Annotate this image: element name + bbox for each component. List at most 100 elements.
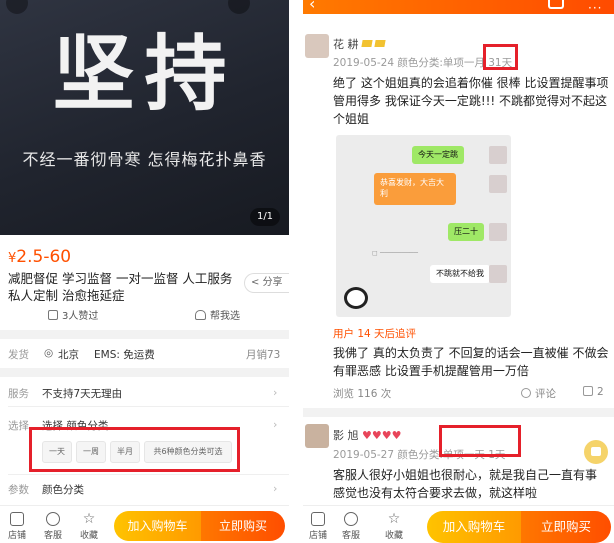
view-count: 浏览 116 次 (333, 388, 392, 400)
cart-icon[interactable] (228, 0, 250, 14)
star-icon: ☆ (387, 511, 401, 527)
chat-avatar (489, 175, 507, 193)
shipping-fee: EMS: 免运费 (94, 349, 155, 361)
shop-label: 店铺 (7, 531, 26, 541)
thumbs-up-icon (48, 310, 58, 320)
chat-fab-button[interactable] (584, 440, 608, 464)
screenshot-root: 坚持 不经一番彻骨寒 怎得梅花扑鼻香 1/1 ¥2.5-60 减肥督促 学习监督… (0, 0, 614, 543)
service-value: 不支持7天无理由 (42, 388, 123, 400)
highlight-box (29, 427, 240, 472)
row-divider (8, 474, 289, 475)
shipping-label: 发货 (8, 349, 29, 361)
avatar[interactable] (305, 34, 329, 58)
back-icon[interactable] (6, 0, 28, 14)
service-label: 服务 (8, 388, 29, 400)
service-label: 客服 (43, 531, 62, 541)
service-label: 客服 (341, 531, 360, 541)
diamond-icon (360, 40, 373, 47)
service-icon (344, 512, 358, 526)
more-icon[interactable]: ··· (588, 1, 602, 15)
chat-system-line: ◻ ───────── (372, 249, 418, 257)
params-label: 参数 (8, 484, 29, 496)
add-to-cart-button[interactable]: 加入购物车 (427, 511, 521, 543)
favorite-button[interactable]: ☆ 收藏 (379, 512, 409, 541)
shop-button[interactable]: 店铺 (303, 512, 333, 541)
select-label: 选择 (8, 420, 29, 432)
service-button[interactable]: 客服 (336, 512, 366, 541)
shop-label: 店铺 (308, 531, 327, 541)
section-divider (0, 330, 289, 339)
cart-icon[interactable] (548, 0, 564, 9)
product-detail-panel: 坚持 不经一番彻骨寒 怎得梅花扑鼻香 1/1 ¥2.5-60 减肥督促 学习监督… (0, 0, 289, 543)
star-icon: ☆ (82, 511, 96, 527)
review-user: 花 耕 (333, 36, 386, 52)
reviews-top-bar: ‹ ··· (303, 0, 614, 15)
hero-sub-text: 不经一番彻骨寒 怎得梅花扑鼻香 (22, 150, 267, 169)
back-icon[interactable]: ‹ (309, 0, 315, 13)
chevron-right-icon: › (273, 386, 278, 399)
heart-icon: ♥♥♥♥ (362, 429, 402, 442)
highlight-box (439, 425, 521, 457)
avatar[interactable] (305, 424, 329, 448)
favorite-button[interactable]: ☆ 收藏 (74, 512, 104, 541)
people-icon (195, 310, 206, 320)
like-count: 2 (597, 386, 604, 398)
highlight-box (483, 44, 518, 70)
section-divider (303, 408, 614, 417)
likes-text: 3人赞过 (62, 311, 99, 322)
review-text: 客服人很好小姐姐也很耐心，就是我自己一直有事感觉也没有太符合要求去做，就这样啦 (333, 468, 598, 500)
comment-label: 评论 (535, 388, 556, 400)
panda-sticker (344, 287, 368, 309)
likes-count[interactable]: 3人赞过 (48, 307, 98, 322)
comment-button[interactable]: 评论 (521, 386, 556, 401)
image-indicator: 1/1 (250, 208, 280, 226)
review-meta-prefix: 2019-05-24 颜色分类:单项一月 (333, 57, 485, 69)
chat-bubble: 今天一定跳 (412, 146, 464, 164)
monthly-sales: 月销73 (246, 349, 281, 361)
chevron-right-icon: › (273, 482, 278, 495)
followup-label: 用户 14 天后追评 (333, 328, 417, 340)
review-text: 绝了 这个姐姐真的会追着你催 很棒 比设置提醒事项管用得多 我保证今天一定跳!!… (333, 76, 609, 126)
diamond-icon (373, 40, 386, 47)
panel-gap (289, 0, 303, 543)
review-user: 影 旭 ♥♥♥♥ (333, 427, 401, 443)
location-icon: ◎ (44, 347, 54, 359)
review-user-name: 影 旭 (333, 429, 359, 442)
shipping-location: 北京 (58, 349, 79, 361)
comment-icon (521, 388, 531, 398)
like-button[interactable]: 2 (583, 386, 604, 398)
shop-icon (311, 512, 325, 526)
buy-now-button[interactable]: 立即购买 (521, 511, 611, 543)
reviews-panel: ‹ ··· 花 耕 2019-05-24 颜色分类:单项一月 31天 绝了 这个… (303, 0, 614, 543)
chat-avatar (489, 223, 507, 241)
service-button[interactable]: 客服 (38, 512, 68, 541)
price-range: 2.5-60 (16, 247, 72, 267)
price: ¥2.5-60 (8, 247, 71, 267)
shop-icon (10, 512, 24, 526)
favorite-label: 收藏 (79, 531, 98, 541)
product-image[interactable]: 坚持 不经一番彻骨寒 怎得梅花扑鼻香 1/1 (0, 0, 289, 235)
section-divider (0, 368, 289, 377)
favorite-label: 收藏 (384, 531, 403, 541)
chat-bubble: 压二十 (448, 223, 484, 241)
chat-avatar (489, 265, 507, 283)
hero-big-text: 坚持 (52, 26, 237, 122)
buy-now-button[interactable]: 立即购买 (201, 511, 285, 541)
chat-bubble: 不跳就不给我 (430, 265, 490, 283)
product-title: 减肥督促 学习监督 一对一监督 人工服务 私人定制 治愈拖延症 (8, 271, 233, 303)
message-icon (591, 447, 601, 456)
help-choose-button[interactable]: 帮我选 (195, 307, 240, 322)
followup-text: 我佛了 真的太负责了 不回复的话会一直被催 不做会有罪恶感 比设置手机提醒管用一… (333, 346, 609, 378)
add-to-cart-button[interactable]: 加入购物车 (114, 511, 201, 541)
row-divider (8, 406, 289, 407)
chevron-right-icon: › (273, 418, 278, 431)
params-value: 颜色分类 (42, 484, 84, 496)
shop-button[interactable]: 店铺 (2, 512, 32, 541)
review-user-name: 花 耕 (333, 38, 359, 51)
share-button[interactable]: < 分享 (244, 273, 289, 293)
red-packet: 恭喜发财，大吉大利 (374, 173, 456, 205)
service-icon (46, 512, 60, 526)
thumbs-up-icon (583, 386, 593, 396)
help-text: 帮我选 (210, 311, 240, 322)
review-image[interactable]: 今天一定跳 恭喜发财，大吉大利 压二十 ◻ ───────── 不跳就不给我 (336, 135, 511, 317)
